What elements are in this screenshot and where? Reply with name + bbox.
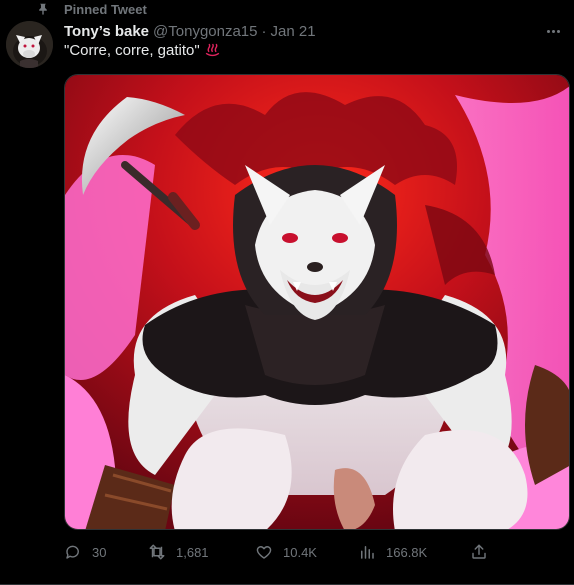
pin-icon [39,3,47,15]
views-button[interactable]: 166.8K [358,540,427,564]
author-handle[interactable]: @Tonygonza15 [153,23,257,40]
view-count: 166.8K [386,544,428,560]
tweet-text-content: "Corre, corre, gatito" [64,42,200,59]
more-dot-icon [556,29,560,33]
pinned-tweet[interactable]: Pinned Tweet Tony’s bake @Tonygonza15 · … [0,0,574,585]
reply-icon [66,545,79,559]
more-dot-icon [551,29,555,33]
pinned-indicator: Pinned Tweet [36,1,147,17]
pinned-label: Pinned Tweet [64,1,147,17]
like-button[interactable]: 10.4K [255,540,317,564]
retweet-icon [149,544,165,560]
retweet-button[interactable]: 1,681 [148,540,209,564]
tweet-actions: 30 1,681 10.4K 166.8K [58,540,498,564]
tweet-header: Tony’s bake @Tonygonza15 · Jan 21 [64,20,316,42]
tweet-date[interactable]: Jan 21 [271,23,316,40]
tweet-media-image[interactable] [64,74,570,530]
separator-dot: · [261,22,267,40]
artwork-image [65,75,569,529]
like-count: 10.4K [283,544,317,560]
share-button[interactable] [470,540,488,564]
retweet-count: 1,681 [176,544,209,560]
hot-springs-icon [205,43,219,57]
reply-count: 30 [92,544,107,560]
share-icon [472,544,486,559]
more-options-button[interactable] [542,23,564,39]
bar-chart-icon [361,546,374,559]
author-display-name[interactable]: Tony’s bake [64,23,149,40]
heart-icon [256,546,272,559]
reply-button[interactable]: 30 [64,540,106,564]
tweet-text: "Corre, corre, gatito" [64,42,221,59]
more-dot-icon [546,29,550,33]
avatar[interactable] [6,21,53,68]
